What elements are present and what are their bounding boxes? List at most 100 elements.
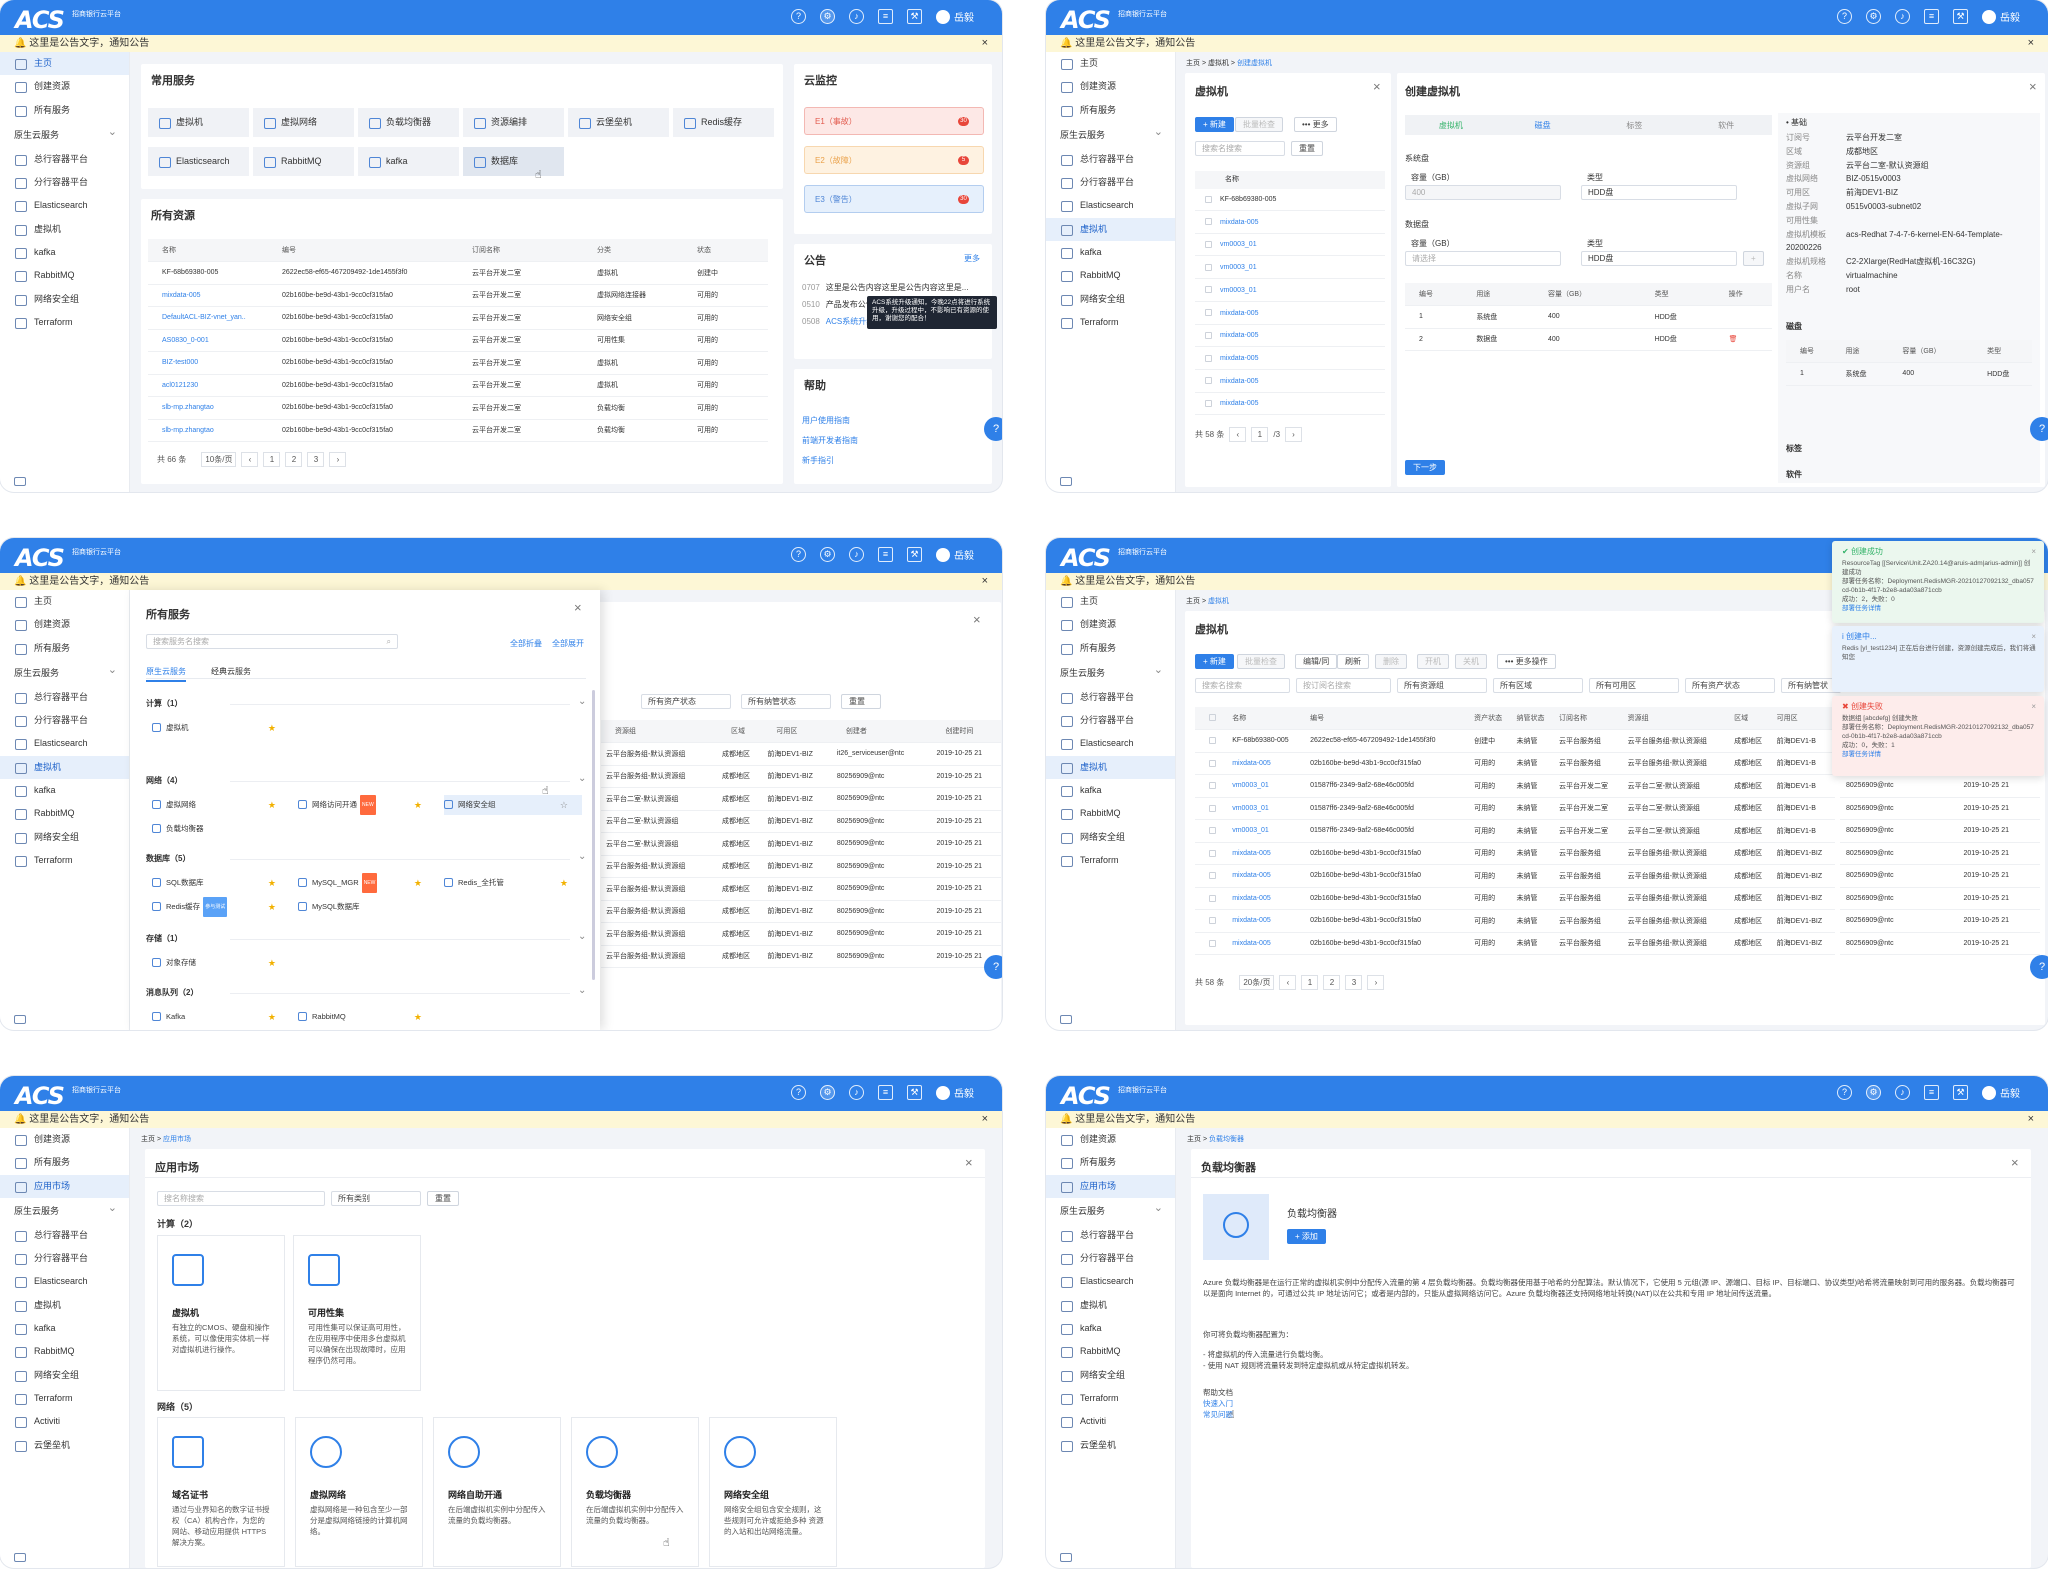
settings-icon[interactable]: ⚙ [820, 9, 835, 24]
service-tile[interactable]: 负载均衡器 [358, 108, 459, 137]
row-checkbox[interactable] [1195, 932, 1227, 955]
favorite-star-icon[interactable]: ★ [268, 953, 276, 973]
tools-icon[interactable]: ⚒ [907, 9, 922, 24]
sidebar-item[interactable]: Elasticsearch [1046, 732, 1175, 755]
table-row[interactable]: slb-mp.zhangtao 02b160be-be9d-43b1-9cc0cf… [148, 396, 768, 420]
notice-close-button[interactable]: × [982, 35, 988, 52]
sidebar-item[interactable]: 虚拟机 [1046, 1294, 1175, 1317]
help-icon[interactable]: ? [1837, 9, 1852, 24]
vm-name-link[interactable]: KF-68b69380-005 [1226, 729, 1305, 753]
help-float-button[interactable]: ? [2030, 955, 2048, 979]
filter-select[interactable]: 所有资源组 [1397, 678, 1487, 693]
service-item[interactable]: SQL数据库 ★ [152, 873, 290, 893]
page-button[interactable]: 1 [263, 452, 281, 467]
row-checkbox[interactable] [1195, 797, 1227, 820]
help-icon[interactable]: ? [791, 9, 806, 24]
logo[interactable]: ACS [1061, 6, 1111, 34]
resource-name-link[interactable]: slb-mp.zhangtao [148, 396, 268, 420]
user-menu[interactable]: 岳毅 [936, 9, 974, 24]
table-row[interactable]: vm0003_01 01587ff6-2349-9af2-68e46c005fd 可… [1195, 819, 1835, 843]
wizard-step[interactable]: 虚拟机 [1405, 120, 1497, 131]
checkbox[interactable] [1205, 331, 1212, 339]
list-item[interactable]: vm0003_01 [1195, 280, 1385, 302]
column-header[interactable]: 区域 [1728, 707, 1771, 730]
system-type-select[interactable]: HDD盘 [1581, 185, 1737, 200]
checkbox[interactable] [1205, 377, 1212, 385]
scrollbar[interactable] [592, 690, 595, 980]
service-tile[interactable]: 云堡垒机 [568, 108, 669, 137]
list-item[interactable]: mixdata-005 [1195, 371, 1385, 393]
tools-icon[interactable]: ⚒ [1953, 9, 1968, 24]
resource-name-link[interactable]: BIZ-test000 [148, 351, 268, 375]
chevron-down-icon[interactable]: ⌄ [578, 931, 586, 942]
page-size-select[interactable]: 20条/页 [1239, 975, 1275, 990]
reset-button[interactable]: 重置 [427, 1191, 459, 1206]
logo[interactable]: ACS [1061, 544, 1111, 572]
notice-close-button[interactable]: × [2028, 1111, 2034, 1128]
list-item[interactable]: mixdata-005 [1195, 393, 1385, 416]
batch-check-button[interactable]: 批量检查 [1235, 117, 1283, 132]
table-row[interactable]: mixdata-005 02b160be-be9d-43b1-9cc0cf315f… [148, 284, 768, 307]
sidebar-item[interactable]: 虚拟机 [1046, 217, 1175, 242]
tools-icon[interactable]: ⚒ [1953, 1085, 1968, 1100]
close-icon[interactable]: × [574, 600, 582, 615]
collapse-all-link[interactable]: 全部折叠 [510, 638, 542, 649]
app-card[interactable]: 网络自助开通 在后端虚拟机实例中分配传入流量的负载均衡器。 [433, 1417, 561, 1567]
toolbar-button[interactable]: + 新建 [1195, 654, 1234, 669]
add-button[interactable]: + 添加 [1287, 1229, 1326, 1244]
new-button[interactable]: + 新建 [1195, 117, 1234, 132]
toolbar-button[interactable]: 编辑/同 [1295, 654, 1338, 669]
sidebar-item[interactable]: 总行容器平台 [1046, 1224, 1175, 1247]
favorite-star-icon[interactable]: ★ [268, 795, 276, 815]
user-menu[interactable]: 岳毅 [1982, 9, 2020, 24]
row-checkbox[interactable] [1195, 752, 1227, 775]
settings-icon[interactable]: ⚙ [820, 1085, 835, 1100]
service-tile[interactable]: Elasticsearch [148, 147, 249, 176]
column-header[interactable]: 资源组 [1621, 707, 1729, 730]
sidebar-group-native-cloud[interactable]: 原生云服务 [1046, 1195, 1175, 1224]
sidebar-group-native-cloud[interactable]: 原生云服务 [1046, 657, 1175, 686]
service-tile[interactable]: 虚拟机 [148, 108, 249, 137]
vm-name[interactable]: vm0003_01 [1220, 241, 1257, 248]
sidebar-item[interactable]: 分行容器平台 [1046, 1247, 1175, 1270]
help-link[interactable]: 前端开发者指南 [802, 435, 858, 446]
favorite-star-icon[interactable]: ★ [268, 873, 276, 893]
vm-name-link[interactable]: mixdata-005 [1226, 909, 1305, 933]
tab[interactable]: 原生云服务 [146, 666, 186, 682]
list-item[interactable]: vm0003_01 [1195, 257, 1385, 280]
row-checkbox[interactable] [1195, 864, 1227, 888]
help-float-button[interactable]: ? [2030, 417, 2048, 441]
row-checkbox[interactable] [1195, 819, 1227, 843]
sidebar-item[interactable]: Terraform [0, 849, 129, 872]
resource-name-link[interactable]: KF-68b69380-005 [148, 261, 268, 285]
vm-name[interactable]: mixdata-005 [1220, 310, 1259, 317]
service-item[interactable]: 网络安全组 ☆ [444, 795, 582, 815]
service-item[interactable]: 虚拟网络 ★ [152, 795, 290, 815]
filter-select[interactable]: 所有可用区 [1589, 678, 1679, 693]
table-row[interactable]: mixdata-005 02b160be-be9d-43b1-9cc0cf315f… [1195, 864, 1835, 888]
column-header[interactable]: 名称 [148, 239, 268, 262]
sidebar-item[interactable]: Elasticsearch [0, 194, 129, 217]
vm-name-link[interactable]: vm0003_01 [1226, 774, 1305, 798]
resource-name-link[interactable]: slb-mp.zhangtao [148, 419, 268, 442]
vm-name[interactable]: mixdata-005 [1220, 332, 1259, 339]
service-item[interactable]: MySQL_MGR NEW ★ [298, 873, 436, 894]
table-row[interactable]: mixdata-005 02b160be-be9d-43b1-9cc0cf315f… [1195, 887, 1835, 910]
toolbar-button[interactable]: 关机 [1455, 654, 1487, 669]
notice-close-button[interactable]: × [982, 1111, 988, 1128]
service-item[interactable]: MySQL数据库 [298, 897, 436, 917]
notice-close-button[interactable]: × [982, 573, 988, 590]
vm-name[interactable]: mixdata-005 [1220, 378, 1259, 385]
app-card[interactable]: 可用性集 可用性集可以保证高可用性，在应用程序中使用多台虚拟机可以确保在出现故障时… [293, 1235, 421, 1391]
sidebar-item[interactable]: kafka [1046, 1317, 1175, 1340]
close-icon[interactable]: × [965, 1155, 973, 1170]
prev-page-button[interactable]: ‹ [1229, 427, 1247, 442]
sidebar-item[interactable]: 分行容器平台 [1046, 171, 1175, 194]
favorite-star-icon[interactable]: ☆ [560, 795, 568, 815]
sidebar-item[interactable]: 主页 [1046, 52, 1175, 75]
data-type-select[interactable]: HDD盘 [1581, 251, 1737, 266]
page-button[interactable]: 1 [1301, 975, 1319, 990]
collapse-sidebar-icon[interactable] [14, 1553, 26, 1562]
app-card[interactable]: 负载均衡器 在后端虚拟机实例中分配传入流量的负载均衡器。 [571, 1417, 699, 1567]
document-icon[interactable]: ≡ [1924, 1085, 1939, 1100]
